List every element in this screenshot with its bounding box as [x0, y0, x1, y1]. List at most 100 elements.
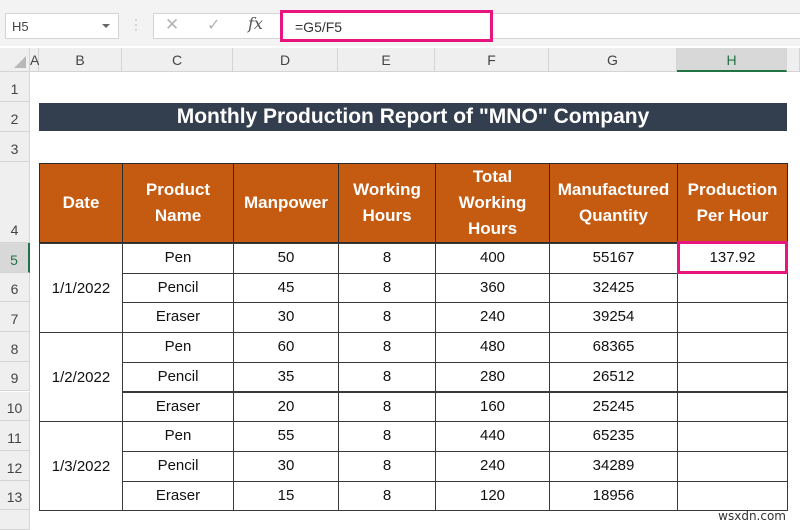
insert-function-icon[interactable]: fx: [248, 14, 263, 33]
date-cell[interactable]: 1/2/2022: [39, 332, 123, 423]
cell-quantity[interactable]: 18956: [549, 480, 678, 512]
column-header-i[interactable]: [787, 48, 800, 72]
select-all-button[interactable]: [0, 48, 30, 72]
row-header-12[interactable]: 12: [0, 450, 30, 481]
cell-hours[interactable]: 8: [338, 332, 436, 363]
date-cell[interactable]: 1/1/2022: [39, 243, 123, 334]
cancel-icon[interactable]: ✕: [165, 15, 179, 35]
cell-total-hours[interactable]: 400: [435, 243, 550, 274]
cell-quantity[interactable]: 25245: [549, 391, 678, 423]
cell-product[interactable]: Pen: [122, 421, 234, 452]
cell-total-hours[interactable]: 160: [435, 391, 550, 423]
column-header-g[interactable]: G: [549, 48, 677, 72]
cell-product[interactable]: Eraser: [122, 480, 234, 512]
cell-per-hour[interactable]: [677, 480, 788, 512]
cell-total-hours[interactable]: 120: [435, 480, 550, 512]
row-number: 3: [10, 141, 19, 157]
cell-hours[interactable]: 8: [338, 391, 436, 423]
column-header-e[interactable]: E: [338, 48, 435, 72]
cell-product[interactable]: Pen: [122, 243, 234, 274]
column-header-h[interactable]: H: [677, 48, 787, 72]
report-title[interactable]: Monthly Production Report of "MNO" Compa…: [39, 103, 787, 131]
drag-handle-icon[interactable]: · · ·: [134, 13, 138, 35]
row-header-4[interactable]: 4: [0, 162, 30, 243]
cell-total-hours[interactable]: 440: [435, 421, 550, 452]
cell-hours[interactable]: 8: [338, 243, 436, 274]
cell-product[interactable]: Eraser: [122, 302, 234, 334]
cell-quantity[interactable]: 68365: [549, 332, 678, 363]
table-header-cell[interactable]: Product Name: [122, 163, 234, 243]
row-header-7[interactable]: 7: [0, 302, 30, 333]
cell-quantity[interactable]: 65235: [549, 421, 678, 452]
row-number: 13: [6, 489, 23, 506]
cell-hours[interactable]: 8: [338, 361, 436, 393]
column-header-d[interactable]: D: [233, 48, 338, 72]
row-header-14[interactable]: [0, 510, 30, 530]
cell-total-hours[interactable]: 240: [435, 450, 550, 482]
row-header-3[interactable]: 3: [0, 132, 30, 162]
cell-product[interactable]: Pencil: [122, 272, 234, 304]
table-header-cell[interactable]: Manpower: [233, 163, 339, 243]
table-header-cell[interactable]: Manufactured Quantity: [549, 163, 678, 243]
cell-product[interactable]: Pencil: [122, 450, 234, 482]
cell-hours[interactable]: 8: [338, 450, 436, 482]
date-cell[interactable]: 1/3/2022: [39, 421, 123, 512]
table-header-cell[interactable]: Production Per Hour: [677, 163, 788, 243]
row-header-9[interactable]: 9: [0, 361, 30, 392]
cell-per-hour[interactable]: [677, 302, 788, 334]
cell-total-hours[interactable]: 240: [435, 302, 550, 334]
table-header-cell[interactable]: Total Working Hours: [435, 163, 550, 243]
cell-manpower[interactable]: 45: [233, 272, 339, 304]
cell-manpower[interactable]: 20: [233, 391, 339, 423]
formula-input[interactable]: =G5/F5: [280, 10, 493, 42]
cell-per-hour[interactable]: [677, 391, 788, 423]
cell-per-hour[interactable]: [677, 272, 788, 304]
cell-hours[interactable]: 8: [338, 302, 436, 334]
cell-total-hours[interactable]: 480: [435, 332, 550, 363]
cell-manpower[interactable]: 30: [233, 450, 339, 482]
cell-manpower[interactable]: 35: [233, 361, 339, 393]
name-box[interactable]: H5: [5, 13, 119, 39]
column-header-b[interactable]: B: [39, 48, 122, 72]
column-header-a[interactable]: A: [30, 48, 39, 72]
cell-total-hours[interactable]: 280: [435, 361, 550, 393]
cell-per-hour[interactable]: [677, 421, 788, 452]
chevron-down-icon[interactable]: [102, 24, 110, 28]
cell-manpower[interactable]: 50: [233, 243, 339, 274]
row-header-1[interactable]: 1: [0, 72, 30, 102]
cell-manpower[interactable]: 15: [233, 480, 339, 512]
row-number: 1: [10, 81, 19, 97]
cell-product[interactable]: Pen: [122, 332, 234, 363]
enter-check-icon[interactable]: ✓: [207, 15, 220, 35]
cell-manpower[interactable]: 55: [233, 421, 339, 452]
cell-quantity[interactable]: 39254: [549, 302, 678, 334]
cell-manpower[interactable]: 60: [233, 332, 339, 363]
row-header-2[interactable]: 2: [0, 102, 30, 132]
cell-quantity[interactable]: 34289: [549, 450, 678, 482]
row-header-8[interactable]: 8: [0, 332, 30, 362]
cell-quantity[interactable]: 32425: [549, 272, 678, 304]
cell-product[interactable]: Eraser: [122, 391, 234, 423]
cell-hours[interactable]: 8: [338, 480, 436, 512]
cell-per-hour[interactable]: [677, 450, 788, 482]
row-header-10[interactable]: 10: [0, 391, 30, 422]
row-header-6[interactable]: 6: [0, 272, 30, 303]
column-header-f[interactable]: F: [435, 48, 549, 72]
cell-per-hour[interactable]: [677, 361, 788, 393]
table-header-cell[interactable]: Date: [39, 163, 123, 243]
name-box-value: H5: [12, 19, 29, 34]
row-header-13[interactable]: 13: [0, 480, 30, 511]
table-header-cell[interactable]: Working Hours: [338, 163, 436, 243]
cell-hours[interactable]: 8: [338, 272, 436, 304]
cell-quantity[interactable]: 26512: [549, 361, 678, 393]
cell-hours[interactable]: 8: [338, 421, 436, 452]
cell-quantity[interactable]: 55167: [549, 243, 678, 274]
cell-per-hour[interactable]: [677, 332, 788, 363]
cell-product[interactable]: Pencil: [122, 361, 234, 393]
cell-total-hours[interactable]: 360: [435, 272, 550, 304]
cell-manpower[interactable]: 30: [233, 302, 339, 334]
column-header-c[interactable]: C: [122, 48, 233, 72]
row-header-11[interactable]: 11: [0, 421, 30, 451]
selected-cell-h5[interactable]: 137.92: [677, 241, 788, 274]
row-header-5[interactable]: 5: [0, 243, 30, 273]
